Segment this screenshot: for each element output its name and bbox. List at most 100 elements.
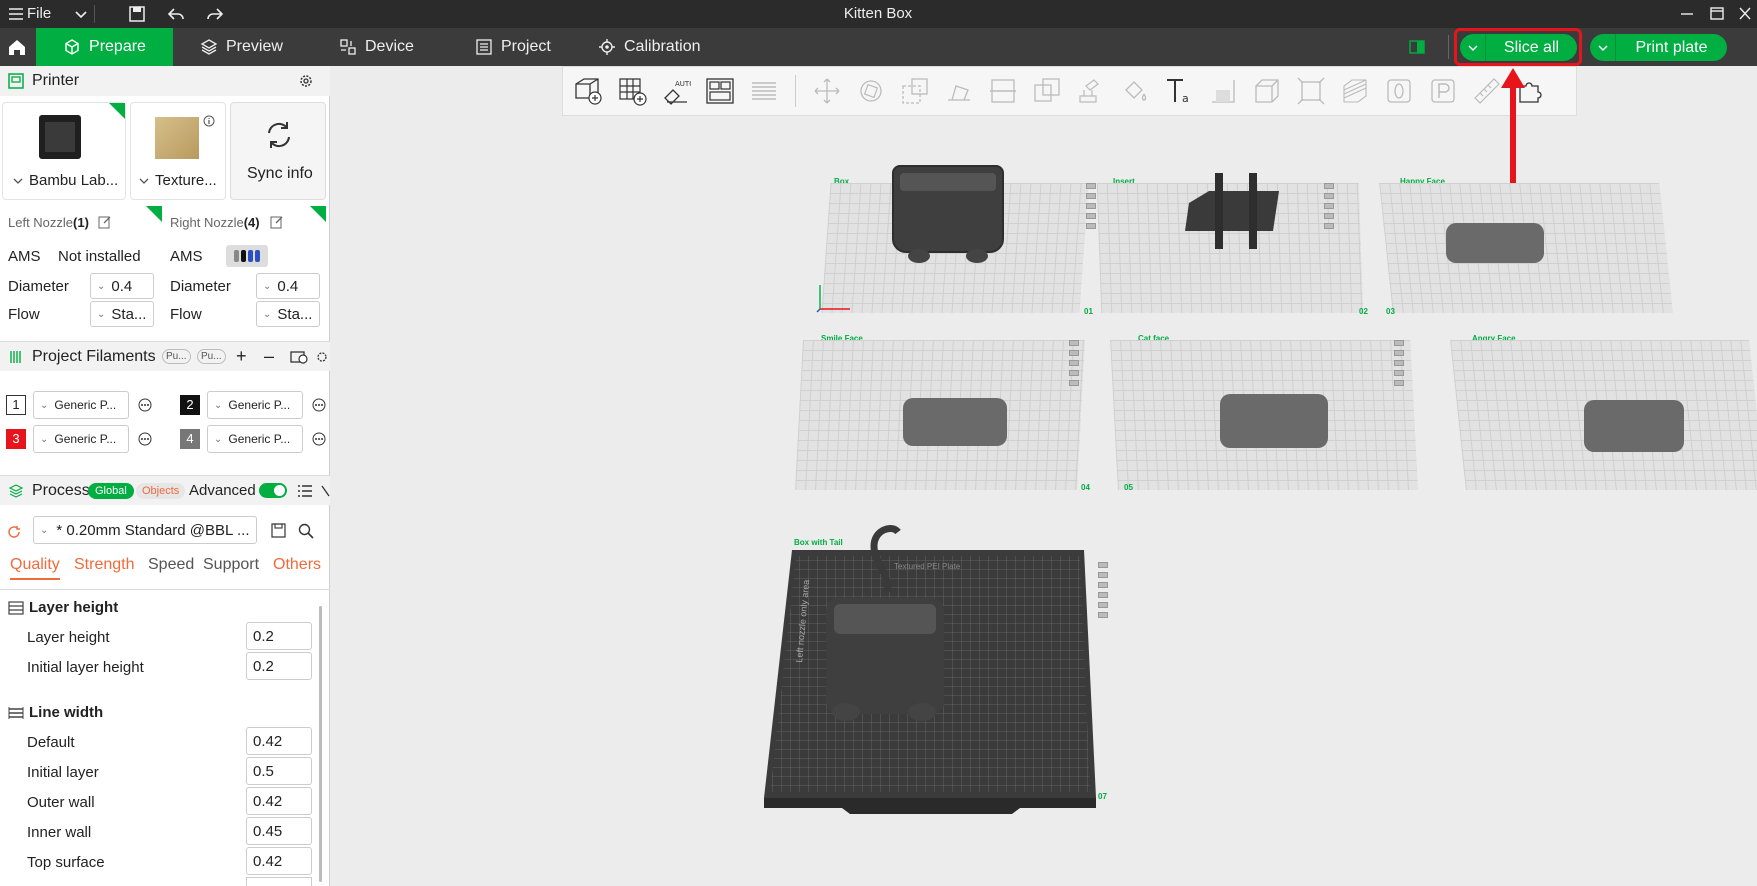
more-icon[interactable] <box>138 432 152 446</box>
remove-filament-icon[interactable]: – <box>264 346 274 367</box>
filament-select[interactable]: ⌄ Generic P... <box>207 425 303 453</box>
cut-icon[interactable] <box>984 72 1022 110</box>
plate[interactable]: Box 01 <box>816 165 1096 316</box>
layers-tool-icon[interactable] <box>745 72 783 110</box>
object-cat-face[interactable] <box>1220 394 1328 448</box>
tab-prepare[interactable]: Prepare <box>36 28 173 66</box>
add-plate-icon[interactable] <box>613 72 651 110</box>
tab-preview[interactable]: Preview <box>200 28 283 66</box>
layout-toggle-icon[interactable] <box>1408 28 1426 66</box>
filament-chip-2[interactable]: Pu... <box>197 349 226 364</box>
subtab-others[interactable]: Others <box>273 556 321 574</box>
height-range-icon[interactable] <box>1204 72 1242 110</box>
line-width-inner-input[interactable]: 0.45 <box>246 817 312 845</box>
add-filament-icon[interactable]: + <box>236 346 247 367</box>
plate-icons[interactable] <box>1098 562 1108 622</box>
close-icon[interactable] <box>1738 0 1752 28</box>
ams-slots[interactable] <box>226 245 268 267</box>
info-icon[interactable] <box>203 115 215 127</box>
left-diameter-select[interactable]: ⌄ 0.4 <box>90 273 154 299</box>
line-width-outer-input[interactable]: 0.42 <box>246 787 312 815</box>
advanced-toggle[interactable] <box>259 483 287 498</box>
global-toggle[interactable]: Global <box>88 482 134 499</box>
filament-chip-1[interactable]: Pu... <box>162 349 191 364</box>
subtab-support[interactable]: Support <box>203 556 259 574</box>
plate[interactable]: Insert 02 <box>1096 173 1368 316</box>
measure-box-icon[interactable] <box>1248 72 1286 110</box>
plate[interactable]: Happy Face 03 <box>1379 177 1673 316</box>
assembly-icon[interactable] <box>1424 72 1462 110</box>
lay-on-face-icon[interactable] <box>940 72 978 110</box>
tab-device[interactable]: Device <box>339 28 414 66</box>
home-icon[interactable] <box>0 28 34 66</box>
object-box-with-tail[interactable] <box>818 512 948 732</box>
object-insert[interactable] <box>1179 173 1289 253</box>
filament-sync-icon[interactable] <box>290 349 308 365</box>
add-object-icon[interactable] <box>569 72 607 110</box>
boolean-icon[interactable] <box>1028 72 1066 110</box>
move-icon[interactable] <box>808 72 846 110</box>
layer-height-input[interactable]: 0.2 <box>246 622 312 650</box>
color-paint-icon[interactable] <box>1116 72 1154 110</box>
rotate-icon[interactable] <box>852 72 890 110</box>
plate-type-card[interactable]: Texture... <box>130 102 226 200</box>
gear-icon[interactable] <box>298 73 314 89</box>
plate[interactable]: Angry Face <box>1450 334 1757 490</box>
tab-calibration[interactable]: Calibration <box>598 28 700 66</box>
plate-icons[interactable] <box>1069 340 1079 390</box>
seam-icon[interactable] <box>1380 72 1418 110</box>
support-paint-icon[interactable] <box>1072 72 1110 110</box>
save-preset-icon[interactable] <box>271 523 286 538</box>
sync-info-button[interactable]: Sync info <box>230 102 326 200</box>
filament-select[interactable]: ⌄ Generic P... <box>33 425 129 453</box>
chevron-down-icon[interactable] <box>1590 34 1616 61</box>
active-plate[interactable]: Box with Tail Left nozzle only area Text… <box>754 525 1154 842</box>
filament-select[interactable]: ⌄ Generic P... <box>33 391 129 419</box>
plate-icons[interactable] <box>1324 183 1334 233</box>
object-happy-face[interactable] <box>1446 223 1544 263</box>
list-icon[interactable] <box>297 484 313 498</box>
object-angry-face[interactable] <box>1584 400 1684 452</box>
arrange-icon[interactable] <box>701 72 739 110</box>
left-flow-select[interactable]: ⌄ Sta... <box>90 301 154 327</box>
tab-project[interactable]: Project <box>475 28 551 66</box>
edit-icon[interactable] <box>270 215 284 229</box>
scale-icon[interactable] <box>896 72 934 110</box>
more-icon[interactable] <box>138 398 152 412</box>
reset-icon[interactable] <box>7 525 21 539</box>
plate[interactable]: Cat face 05 <box>1110 334 1418 492</box>
right-flow-select[interactable]: ⌄ Sta... <box>256 301 320 327</box>
text-icon[interactable]: a <box>1160 72 1198 110</box>
print-plate-button[interactable]: Print plate <box>1590 34 1727 61</box>
subtab-speed[interactable]: Speed <box>148 556 194 574</box>
compare-icon[interactable] <box>321 484 330 498</box>
more-icon[interactable] <box>312 432 326 446</box>
object-smile-face[interactable] <box>903 398 1007 446</box>
search-icon[interactable] <box>298 523 314 539</box>
objects-toggle[interactable]: Objects <box>136 482 186 499</box>
minimize-icon[interactable] <box>1680 0 1694 28</box>
object-box[interactable] <box>892 165 1004 253</box>
fit-bounds-icon[interactable] <box>1292 72 1330 110</box>
slice-plane-icon[interactable] <box>1336 72 1374 110</box>
filament-select[interactable]: ⌄ Generic P... <box>207 391 303 419</box>
edit-icon[interactable] <box>98 215 112 229</box>
sidebar-scrollbar[interactable] <box>319 606 322 882</box>
initial-layer-height-input[interactable]: 0.2 <box>246 652 312 680</box>
process-preset-select[interactable]: ⌄ * 0.20mm Standard @BBL ... <box>33 516 257 544</box>
maximize-icon[interactable] <box>1710 0 1724 28</box>
plate-icons[interactable] <box>1394 340 1404 390</box>
more-icon[interactable] <box>312 398 326 412</box>
line-width-default-input[interactable]: 0.42 <box>246 727 312 755</box>
plate-icons[interactable] <box>1086 183 1096 233</box>
subtab-quality[interactable]: Quality <box>10 556 60 580</box>
subtab-strength[interactable]: Strength <box>74 556 134 574</box>
printer-card[interactable]: Bambu Lab... <box>2 102 126 200</box>
settings-icon[interactable] <box>316 349 328 365</box>
line-width-top-input[interactable]: 0.42 <box>246 847 312 875</box>
plate[interactable]: Smile Face 04 <box>795 334 1090 492</box>
3d-canvas[interactable]: AUTO a Box 01 Insert <box>334 66 1757 886</box>
line-width-initial-input[interactable]: 0.5 <box>246 757 312 785</box>
right-diameter-select[interactable]: ⌄ 0.4 <box>256 273 320 299</box>
auto-orient-icon[interactable]: AUTO <box>657 72 695 110</box>
